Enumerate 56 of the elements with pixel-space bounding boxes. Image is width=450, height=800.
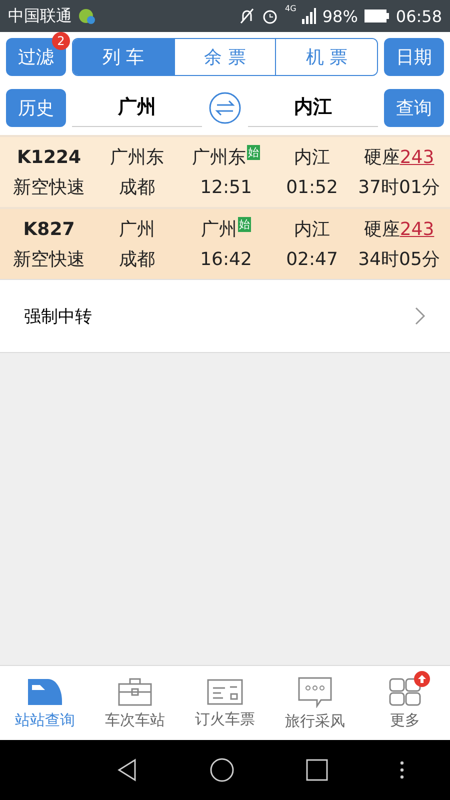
arrive-time: 01:52 [285, 176, 339, 198]
query-button[interactable]: 查询 [384, 88, 444, 126]
board-station: 广州东 [109, 146, 165, 169]
seat-info: 硬座243 [362, 146, 436, 169]
count-badge: 2 [52, 32, 70, 50]
back-icon[interactable] [116, 758, 138, 782]
train-type: 新空快速 [12, 176, 86, 199]
home-icon[interactable] [210, 758, 234, 782]
tab-bar-item[interactable]: 订火车票 [180, 666, 270, 740]
network-label: 4G [285, 4, 296, 13]
duration: 37时01分 [357, 176, 441, 199]
battery-icon [364, 9, 390, 23]
from-station-field[interactable]: 广州 [72, 88, 202, 127]
depart-time: 16:42 [199, 248, 253, 270]
terminal-station: 成都 [118, 176, 156, 199]
duration: 34时05分 [357, 248, 441, 271]
signal-icon [302, 8, 316, 24]
terminal-station: 成都 [118, 248, 156, 271]
seat-count: 243 [400, 147, 434, 168]
transfer-label: 强制中转 [24, 306, 92, 328]
transfer-row[interactable]: 强制中转 [0, 279, 450, 353]
depart-time: 12:51 [199, 176, 253, 198]
train-number: K827 [22, 218, 76, 240]
to-station-field[interactable]: 内江 [248, 88, 378, 127]
board-station: 广州 [118, 218, 156, 241]
arrive-station: 内江 [293, 218, 331, 241]
train-type: 新空快速 [12, 248, 86, 271]
train-icon [26, 676, 64, 706]
more-icon[interactable] [400, 761, 404, 779]
history-button[interactable]: 历史 [6, 88, 66, 126]
recents-icon[interactable] [306, 759, 328, 781]
start-badge: 始 [238, 217, 251, 232]
start-badge: 始 [247, 145, 260, 160]
swap-icon[interactable] [208, 90, 242, 124]
ticket-icon [206, 678, 244, 706]
arrive-time: 02:47 [285, 248, 339, 270]
mute-icon [239, 7, 256, 25]
tab-bar-item[interactable]: 站站查询 [0, 666, 90, 740]
tab-bar-item[interactable]: 车次车站 [90, 666, 180, 740]
tab-bar-item[interactable]: 旅行采风 [270, 666, 360, 740]
briefcase-icon [117, 676, 153, 706]
chevron-right-icon [414, 306, 426, 326]
date-button[interactable]: 日期 [384, 38, 444, 76]
arrive-station: 内江 [293, 146, 331, 169]
train-number: K1224 [16, 146, 82, 168]
seat-count: 243 [400, 219, 434, 240]
carrier-name: 中国联通 [8, 6, 72, 26]
battery-percent: 98% [322, 6, 358, 26]
segment-tab[interactable]: 列 车 [73, 39, 174, 75]
app-icon [78, 7, 96, 25]
chat-icon [297, 676, 333, 708]
seat-info: 硬座243 [362, 218, 436, 241]
grid-icon [388, 676, 422, 706]
tab-bar-item[interactable]: 更多 [360, 666, 450, 740]
clock-time: 06:58 [396, 6, 442, 26]
segment-tab[interactable]: 机 票 [275, 39, 377, 75]
